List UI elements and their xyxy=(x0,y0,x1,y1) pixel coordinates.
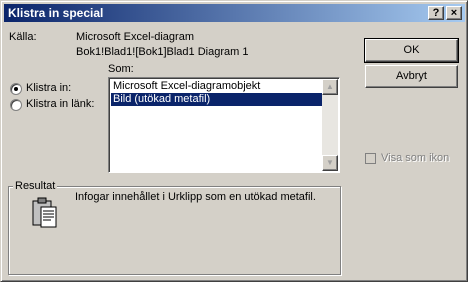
show-as-icon-checkbox[interactable] xyxy=(365,153,376,164)
result-group-label: Resultat xyxy=(13,180,58,192)
cancel-button[interactable]: Avbryt xyxy=(365,65,458,88)
list-item[interactable]: Microsoft Excel-diagramobjekt xyxy=(111,80,325,93)
show-as-icon-label: Visa som ikon xyxy=(381,152,450,164)
list-item[interactable]: Bild (utökad metafil) xyxy=(111,93,325,106)
as-label: Som: xyxy=(108,63,134,75)
close-button[interactable]: × xyxy=(446,6,462,20)
result-description: Infogar innehållet i Urklipp som en utök… xyxy=(75,191,316,203)
scroll-up-arrow-icon[interactable]: ▲ xyxy=(322,79,338,95)
window-title: Klistra in special xyxy=(8,6,104,20)
format-listbox[interactable]: Microsoft Excel-diagramobjekt Bild (utök… xyxy=(108,77,340,173)
paste-link-radio[interactable] xyxy=(10,99,22,111)
paste-radio[interactable] xyxy=(10,83,22,95)
help-button[interactable]: ? xyxy=(428,6,444,20)
source-label: Källa: xyxy=(9,31,37,43)
title-bar: Klistra in special ? × xyxy=(4,4,465,22)
ok-button[interactable]: OK xyxy=(364,38,459,63)
paste-radio-label[interactable]: Klistra in: xyxy=(26,82,71,94)
scroll-down-arrow-icon[interactable]: ▼ xyxy=(322,155,338,171)
paste-special-dialog: Klistra in special ? × Källa: Microsoft … xyxy=(0,0,468,282)
listbox-scrollbar[interactable]: ▲ ▼ xyxy=(322,79,338,171)
source-type: Microsoft Excel-diagram xyxy=(76,31,194,43)
paste-link-radio-label[interactable]: Klistra in länk: xyxy=(26,98,94,110)
clipboard-icon xyxy=(32,197,57,228)
source-reference: Bok1!Blad1![Bok1]Blad1 Diagram 1 xyxy=(76,46,249,58)
